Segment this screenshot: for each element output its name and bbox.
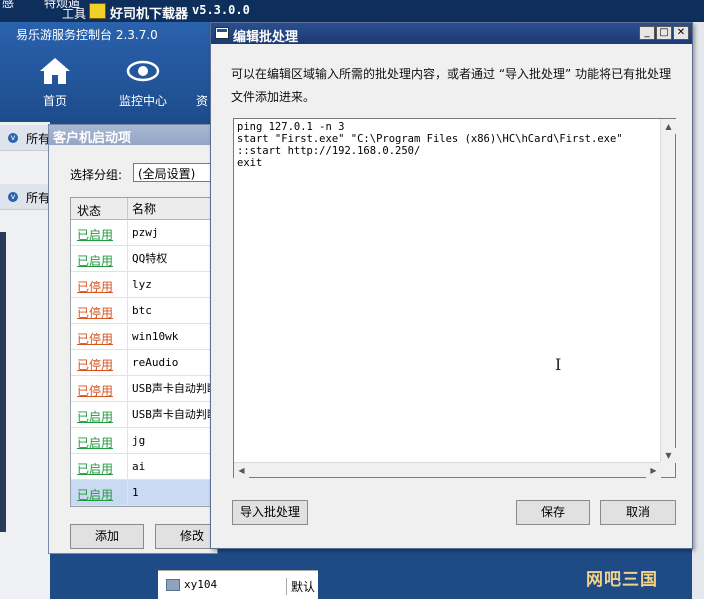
add-button[interactable]: 添加	[70, 524, 144, 549]
horizontal-scrollbar[interactable]: ◀ ▶	[234, 462, 661, 478]
scroll-down-icon[interactable]: ▼	[661, 448, 676, 463]
table-row[interactable]: 已启用 jg	[71, 428, 219, 454]
startup-item-name: lyz	[127, 272, 152, 298]
text-cursor-icon: I	[555, 355, 562, 374]
startup-item-name: ai	[127, 454, 145, 480]
status-toggle-link[interactable]: 已启用	[77, 460, 113, 477]
save-button[interactable]: 保存	[516, 500, 590, 525]
status-toggle-link[interactable]: 已启用	[77, 434, 113, 451]
computer-icon	[166, 579, 180, 591]
sidebar-item-label: 所有	[26, 132, 51, 146]
sidebar-item-label: 所有	[26, 191, 51, 205]
table-row[interactable]: 已启用 pzwj	[71, 220, 219, 246]
startup-item-name: QQ特权	[127, 246, 167, 272]
client-group: 默认	[286, 578, 315, 595]
group-label: 选择分组:	[70, 168, 123, 182]
sidebar-item-all-1[interactable]: v 所有	[0, 125, 50, 151]
startup-item-name: btc	[127, 298, 152, 324]
edit-batch-dialog: 编辑批处理 _ □ ✕ 可以在编辑区域输入所需的批处理内容，或者通过 “导入批处…	[210, 22, 693, 549]
startup-item-name: reAudio	[127, 350, 178, 376]
minimize-button[interactable]: _	[639, 26, 655, 40]
table-row[interactable]: 已启用 ai	[71, 454, 219, 480]
window-icon	[215, 27, 229, 39]
batch-editor[interactable]: ping 127.0.1 -n 3 start "First.exe" "C:\…	[233, 118, 676, 478]
table-row[interactable]: 已停用 btc	[71, 298, 219, 324]
batch-script-text[interactable]: ping 127.0.1 -n 3 start "First.exe" "C:\…	[237, 121, 623, 169]
chevron-down-icon: v	[8, 133, 18, 143]
vertical-scrollbar[interactable]: ▲ ▼	[660, 119, 676, 463]
edit-dialog-title: 编辑批处理	[233, 30, 299, 45]
scroll-left-icon[interactable]: ◀	[234, 463, 249, 478]
startup-item-name: USB声卡自动判断	[127, 376, 218, 402]
status-toggle-link[interactable]: 已停用	[77, 382, 113, 399]
nav-monitor-label: 监控中心	[118, 94, 167, 108]
sidebar: v 所有 v 所有	[0, 122, 50, 599]
cancel-button[interactable]: 取消	[600, 500, 676, 525]
instruction-text: 可以在编辑区域输入所需的批处理内容，或者通过 “导入批处理” 功能将已有批处理文…	[231, 67, 672, 104]
table-row[interactable]: 已停用 reAudio	[71, 350, 219, 376]
scroll-up-icon[interactable]: ▲	[661, 119, 676, 134]
status-toggle-link[interactable]: 已启用	[77, 408, 113, 425]
column-name[interactable]: 名称	[127, 198, 156, 220]
eye-icon	[126, 60, 160, 82]
table-row[interactable]: 已停用 win10wk	[71, 324, 219, 350]
table-row[interactable]: 已启用 USB声卡自动判断	[71, 402, 219, 428]
maximize-button[interactable]: □	[656, 26, 672, 40]
table-row[interactable]: 已启用 QQ特权	[71, 246, 219, 272]
scroll-right-icon[interactable]: ▶	[646, 463, 661, 478]
nav-home-label: 首页	[42, 94, 67, 108]
status-toggle-link[interactable]: 已停用	[77, 278, 113, 295]
table-row[interactable]: 已停用 lyz	[71, 272, 219, 298]
import-batch-button[interactable]: 导入批处理	[232, 500, 308, 525]
left-edge	[0, 232, 6, 532]
sidebar-item-all-2[interactable]: v 所有	[0, 184, 50, 210]
table-header: 状态 名称	[71, 198, 219, 220]
status-toggle-link[interactable]: 已停用	[77, 304, 113, 321]
startup-item-name: USB声卡自动判断	[127, 402, 218, 428]
nav-resources-label: 资	[195, 94, 208, 108]
status-toggle-link[interactable]: 已停用	[77, 330, 113, 347]
downloader-logo-icon	[89, 3, 106, 19]
startup-item-name: win10wk	[127, 324, 178, 350]
table-row[interactable]: 已启用 1	[71, 480, 219, 506]
status-toggle-link[interactable]: 已停用	[77, 356, 113, 373]
startup-item-name: pzwj	[127, 220, 159, 246]
scrollbar-corner	[660, 462, 675, 477]
table-row[interactable]: xy104 默认	[158, 570, 318, 599]
column-status[interactable]: 状态	[77, 202, 101, 219]
nav-resources[interactable]: 资	[194, 56, 210, 109]
watermark: 网吧三国	[586, 570, 658, 590]
chevron-down-icon: v	[8, 192, 18, 202]
table-row[interactable]: 已停用 USB声卡自动判断	[71, 376, 219, 402]
downloader-version: v5.3.0.0	[192, 3, 250, 17]
table-body: 已启用 pzwj 已启用 QQ特权 已停用 lyz 已停用 btc 已停用 win10wk 已停用 r…	[71, 220, 219, 506]
top-label-left: 感	[2, 0, 15, 10]
close-button[interactable]: ✕	[673, 26, 689, 40]
app-title: 易乐游服务控制台 2.3.7.0	[16, 28, 158, 42]
client-dialog-title: 客户机启动项	[49, 125, 217, 146]
downloader-title: 好司机下载器	[110, 7, 189, 22]
status-toggle-link[interactable]: 已启用	[77, 252, 113, 269]
top-label-tools[interactable]: 工具	[62, 5, 86, 22]
right-panel-edge	[692, 22, 704, 599]
status-toggle-link[interactable]: 已启用	[77, 226, 113, 243]
status-toggle-link[interactable]: 已启用	[77, 486, 113, 503]
startup-table: 状态 名称 已启用 pzwj 已启用 QQ特权 已停用 lyz 已停用 btc 已停用 win10…	[70, 197, 220, 507]
nav-monitor[interactable]: 监控中心	[108, 56, 178, 109]
client-startup-dialog: 客户机启动项 选择分组: (全局设置) 状态 名称 已启用 pzwj 已启用 QQ特权…	[48, 124, 229, 554]
edit-dialog-titlebar: 编辑批处理 _ □ ✕	[211, 23, 692, 45]
top-strip: 感 特烦遁 工具 好司机下载器 v5.3.0.0	[0, 0, 704, 22]
nav-home[interactable]: 首页	[20, 56, 90, 109]
client-name: xy104	[184, 578, 218, 591]
startup-item-name: jg	[127, 428, 145, 454]
home-icon	[40, 58, 70, 84]
startup-item-name: 1	[127, 480, 139, 506]
